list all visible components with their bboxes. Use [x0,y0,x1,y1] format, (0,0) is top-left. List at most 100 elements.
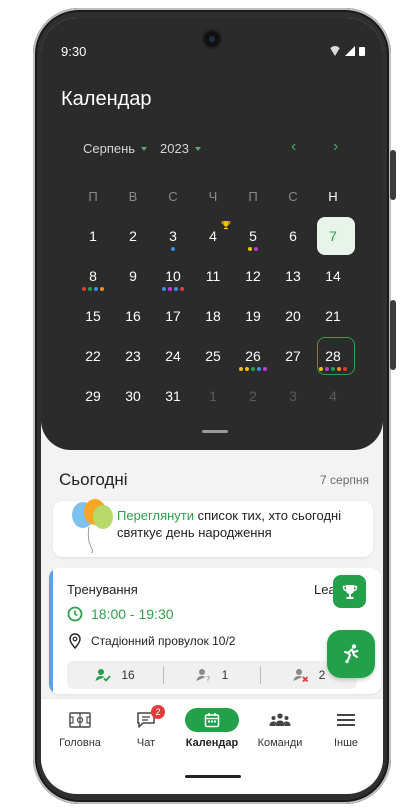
day-number: 8 [89,268,97,284]
event-dots [233,367,273,371]
event-dot [171,247,175,251]
event-dot [162,287,166,291]
nav-more-label: Інше [333,737,359,749]
calendar-day[interactable]: 9 [113,256,153,296]
day-number: 5 [249,228,257,244]
calendar-day[interactable]: 17 [153,296,193,336]
nav-calendar[interactable]: Календар [179,707,245,749]
nav-home[interactable]: Головна [47,707,113,749]
day-number: 28 [325,348,341,364]
nav-more[interactable]: Інше [313,707,379,749]
next-month-button[interactable]: › [333,139,338,155]
drag-handle[interactable] [202,430,228,433]
year-dropdown[interactable]: 2023 [160,141,201,156]
calendar-day[interactable]: 28 [313,336,355,376]
volume-button [390,150,396,200]
nav-teams-label: Команди [257,737,303,749]
calendar-day[interactable]: 14 [313,256,353,296]
calendar-day[interactable]: 6 [273,216,313,256]
day-number: 3 [169,228,177,244]
calendar-day[interactable]: 3 [153,216,193,256]
calendar-day[interactable]: 1 [73,216,113,256]
event-dot [343,367,347,371]
maybe-count[interactable]: ? 1 [163,666,260,684]
today-heading: Сьогодні [59,470,128,489]
calendar-day[interactable]: 2 [233,376,273,416]
event-dot [251,367,255,371]
calendar-day[interactable]: 30 [113,376,153,416]
month-label: Серпень [83,141,136,156]
calendar-day[interactable]: 20 [273,296,313,336]
app-screen: 9:30 Календар Серпень 2023 ‹ › П В С Ч П… [41,18,383,794]
calendar-day[interactable]: 4 [193,216,233,256]
day-number: 1 [89,228,97,244]
nav-chat-label: Чат [136,737,156,749]
calendar-day[interactable]: 26 [233,336,273,376]
calendar-day[interactable]: 21 [313,296,353,336]
day-number: 22 [85,348,101,364]
calendar-day[interactable]: 12 [233,256,273,296]
event-dots [313,367,353,371]
event-card[interactable]: Тренування Lea 18:00 - 19:30 Стадіонний … [49,568,381,694]
calendar-day[interactable]: 25 [193,336,233,376]
calendar-day[interactable]: 8 [73,256,113,296]
event-dot [337,367,341,371]
day-number: 10 [165,268,181,284]
calendar-day[interactable]: 7 [313,216,355,256]
event-dot [248,247,252,251]
birthday-card[interactable]: Переглянути список тих, хто сьогодні свя… [53,499,373,557]
calendar-day[interactable]: 18 [193,296,233,336]
year-label: 2023 [160,141,189,156]
calendar-day[interactable]: 1 [193,376,233,416]
attendance-bar: 16 ? 1 2 [67,661,357,689]
calendar-day[interactable]: 4 [313,376,353,416]
event-dot [263,367,267,371]
event-dot [254,247,258,251]
calendar-day[interactable]: 13 [273,256,313,296]
nav-home-icon-wrap [47,707,113,733]
event-dot [319,367,323,371]
calendar-day[interactable]: 23 [113,336,153,376]
calendar-day[interactable]: 16 [113,296,153,336]
status-time: 9:30 [61,44,87,59]
nav-calendar-icon-wrap [179,707,245,733]
day-number: 25 [205,348,221,364]
calendar-day[interactable]: 5 [233,216,273,256]
day-number: 19 [245,308,261,324]
calendar-weeks: 1 2 3 4 5 6 7 8 9 10 11 12 13 14 15 16 17 18 19 20 21 22 23 24 2… [73,216,355,416]
trophy-button[interactable] [333,575,366,608]
calendar-day[interactable]: 19 [233,296,273,336]
day-number: 2 [129,228,137,244]
clock-icon [67,606,83,622]
month-dropdown[interactable]: Серпень [83,141,148,156]
calendar-day[interactable]: 2 [113,216,153,256]
calendar-day[interactable]: 31 [153,376,193,416]
calendar-day[interactable]: 27 [273,336,313,376]
prev-month-button[interactable]: ‹ [291,139,296,155]
day-number: 9 [129,268,137,284]
add-training-button[interactable] [327,630,375,678]
wifi-icon [329,46,341,56]
nav-teams[interactable]: Команди [247,707,313,749]
calendar-day[interactable]: 3 [273,376,313,416]
nav-chat-icon-wrap: 2 [113,705,179,733]
day-number: 27 [285,348,301,364]
nav-chat[interactable]: 2 Чат [113,705,179,749]
birthday-text: Переглянути список тих, хто сьогодні свя… [117,507,367,541]
birthday-link[interactable]: Переглянути [117,508,194,523]
event-dots [153,287,193,291]
event-location: Стадіонний провулок 10/2 [91,634,236,648]
day-number: 6 [289,228,297,244]
calendar-day[interactable]: 15 [73,296,113,336]
calendar-day[interactable]: 10 [153,256,193,296]
nav-calendar-label: Календар [185,737,239,749]
weekday-row: П В С Ч П С Н [73,176,353,216]
day-number: 17 [165,308,181,324]
calendar-day[interactable]: 11 [193,256,233,296]
going-count[interactable]: 16 [67,666,163,684]
calendar-day[interactable]: 22 [73,336,113,376]
calendar-day[interactable]: 24 [153,336,193,376]
event-dot [88,287,92,291]
calendar-day[interactable]: 29 [73,376,113,416]
event-dot [239,367,243,371]
